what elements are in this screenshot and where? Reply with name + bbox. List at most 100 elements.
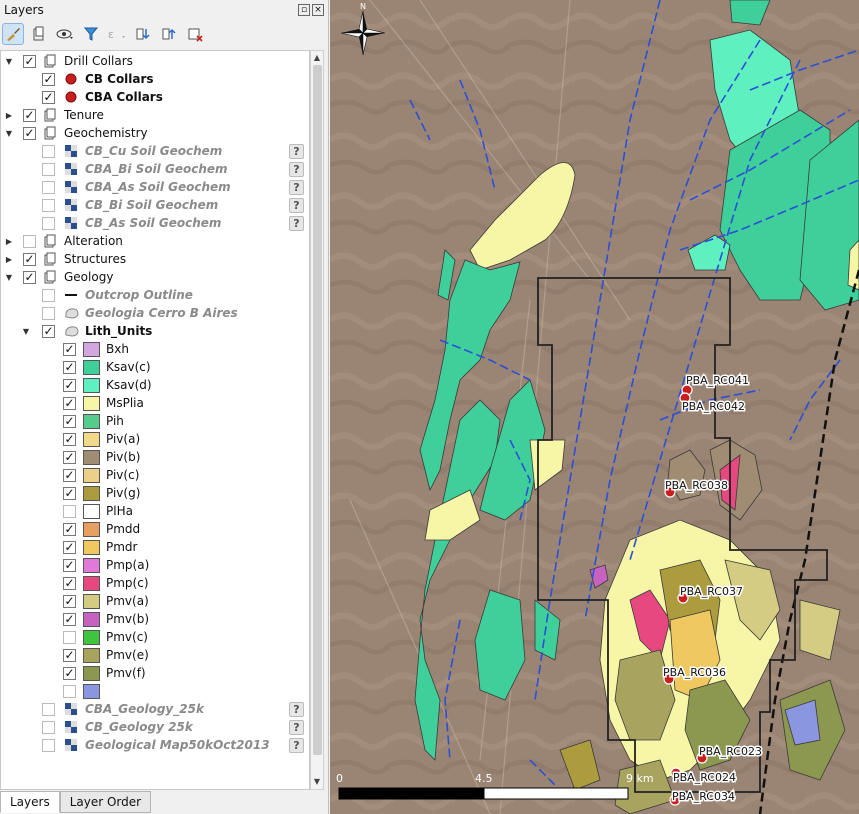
layer-visibility-checkbox[interactable]: ✓ [63,558,76,572]
layer-visibility-checkbox[interactable]: ✓ [42,90,55,104]
map-canvas[interactable]: PBA_RC041 PBA_RC042 PBA_RC038 PBA_RC037 PBA_… [330,0,859,814]
layer-row[interactable]: ✓ Pmp(c) [1,574,301,592]
layer-row[interactable]: ✓ CBA Collars [1,88,301,106]
layer-row[interactable]: ✓ Pih [1,412,301,430]
layer-row[interactable]: CBA_Bi Soil Geochem? [1,160,304,178]
layer-row[interactable]: CBA_As Soil Geochem? [1,178,304,196]
layer-visibility-checkbox[interactable]: ✓ [63,576,76,590]
expand-arrow-icon[interactable]: ▶ [4,111,14,120]
layer-row[interactable]: ✓ Piv(g) [1,484,301,502]
layer-row[interactable]: ✓ Pmdr [1,538,301,556]
layer-row[interactable]: CB_As Soil Geochem? [1,214,304,232]
collapse-arrow-icon[interactable]: ▼ [21,327,31,336]
layer-row[interactable]: ✓ Piv(a) [1,430,301,448]
layer-visibility-checkbox[interactable] [42,288,55,302]
layer-visibility-checkbox[interactable]: ✓ [63,378,76,392]
layer-row[interactable]: ✓ CB Collars [1,70,301,88]
add-group-icon[interactable] [28,23,50,45]
layer-visibility-checkbox[interactable]: ✓ [23,54,36,68]
scroll-down-icon[interactable]: ▼ [311,775,323,789]
layer-visibility-checkbox[interactable] [63,684,76,698]
tree-scrollbar[interactable]: ▲ ▼ [310,50,324,790]
layer-row[interactable]: ▶ ✓ Structures [1,250,301,268]
unknown-crs-help-icon[interactable]: ? [289,719,304,735]
layer-visibility-checkbox[interactable] [42,216,55,230]
layer-visibility-checkbox[interactable] [23,234,36,248]
layer-row[interactable]: ✓ Piv(c) [1,466,301,484]
layer-visibility-checkbox[interactable]: ✓ [63,648,76,662]
collapse-all-icon[interactable] [158,23,180,45]
layer-visibility-checkbox[interactable]: ✓ [63,612,76,626]
layer-visibility-checkbox[interactable] [42,306,55,320]
layer-visibility-checkbox[interactable] [42,198,55,212]
layer-row[interactable]: ✓ Ksav(c) [1,358,301,376]
unknown-crs-help-icon[interactable]: ? [289,701,304,717]
filter-legend-funnel-icon[interactable] [80,23,102,45]
layer-visibility-checkbox[interactable] [42,144,55,158]
layer-row[interactable]: CB_Geology 25k? [1,718,304,736]
layer-row[interactable]: ▶ ✓ Tenure [1,106,301,124]
collapse-arrow-icon[interactable]: ▼ [4,273,14,282]
layer-row[interactable]: PlHa [1,502,301,520]
remove-layer-icon[interactable] [184,23,206,45]
layer-row[interactable]: Geologia Cerro B Aires [1,304,301,322]
layer-row[interactable]: Geological Map50kOct2013? [1,736,304,754]
layer-row[interactable]: ✓ Bxh [1,340,301,358]
tab-layers[interactable]: Layers [0,791,60,813]
layer-visibility-checkbox[interactable]: ✓ [63,594,76,608]
layer-visibility-checkbox[interactable] [42,162,55,176]
layer-row[interactable]: Outcrop Outline [1,286,301,304]
filter-expression-icon[interactable]: ε [106,23,128,45]
expand-arrow-icon[interactable]: ▶ [4,237,14,246]
layer-visibility-checkbox[interactable]: ✓ [63,360,76,374]
unknown-crs-help-icon[interactable]: ? [289,737,304,753]
collapse-arrow-icon[interactable]: ▼ [4,57,14,66]
layer-visibility-checkbox[interactable] [63,504,76,518]
style-panel-brush-icon[interactable] [2,23,24,45]
layer-visibility-checkbox[interactable]: ✓ [63,414,76,428]
layer-row[interactable]: ✓ Pmv(a) [1,592,301,610]
tab-layer-order[interactable]: Layer Order [59,791,152,813]
layer-row[interactable]: ▼ ✓ Geology [1,268,301,286]
unknown-crs-help-icon[interactable]: ? [289,215,304,231]
layer-row[interactable]: ✓ Pmv(f) [1,664,301,682]
unknown-crs-help-icon[interactable]: ? [289,197,304,213]
layer-row[interactable]: Pmv(c) [1,628,301,646]
layer-visibility-checkbox[interactable]: ✓ [42,324,55,338]
layer-visibility-checkbox[interactable] [42,720,55,734]
layer-row[interactable]: ▼ ✓ Geochemistry [1,124,301,142]
unknown-crs-help-icon[interactable]: ? [289,143,304,159]
scroll-up-icon[interactable]: ▲ [311,51,323,65]
layer-tree[interactable]: ▼ ✓ Drill Collars ✓ CB Collars ✓ CBA Collars ▶ ✓… [0,50,310,790]
expand-arrow-icon[interactable]: ▶ [4,255,14,264]
unknown-crs-help-icon[interactable]: ? [289,161,304,177]
collapse-arrow-icon[interactable]: ▼ [4,129,14,138]
layer-visibility-checkbox[interactable]: ✓ [23,270,36,284]
scrollbar-thumb[interactable] [313,65,322,755]
layer-row[interactable]: ✓ Piv(b) [1,448,301,466]
layer-visibility-checkbox[interactable] [42,702,55,716]
layer-row[interactable]: CB_Cu Soil Geochem? [1,142,304,160]
layer-visibility-checkbox[interactable]: ✓ [63,522,76,536]
layer-visibility-checkbox[interactable]: ✓ [63,450,76,464]
layer-row[interactable]: ▼ ✓ Drill Collars [1,52,301,70]
close-panel-icon[interactable]: × [312,4,324,16]
layer-visibility-checkbox[interactable]: ✓ [63,396,76,410]
layer-visibility-checkbox[interactable]: ✓ [63,342,76,356]
layer-visibility-checkbox[interactable]: ✓ [23,252,36,266]
layer-row[interactable]: ▶ Alteration [1,232,301,250]
layer-row[interactable]: ✓ Pmdd [1,520,301,538]
manage-visibility-eye-icon[interactable] [54,23,76,45]
layer-row[interactable]: ✓ Ksav(d) [1,376,301,394]
float-panel-icon[interactable]: ▫ [298,4,310,16]
expand-all-icon[interactable] [132,23,154,45]
layer-visibility-checkbox[interactable]: ✓ [63,486,76,500]
layer-row[interactable]: CB_Bi Soil Geochem? [1,196,304,214]
layer-row[interactable] [1,682,301,700]
layer-row[interactable]: ✓ Pmv(e) [1,646,301,664]
layer-visibility-checkbox[interactable] [63,630,76,644]
layer-visibility-checkbox[interactable]: ✓ [63,666,76,680]
unknown-crs-help-icon[interactable]: ? [289,179,304,195]
layer-row[interactable]: ✓ MsPlia [1,394,301,412]
layer-visibility-checkbox[interactable]: ✓ [63,468,76,482]
